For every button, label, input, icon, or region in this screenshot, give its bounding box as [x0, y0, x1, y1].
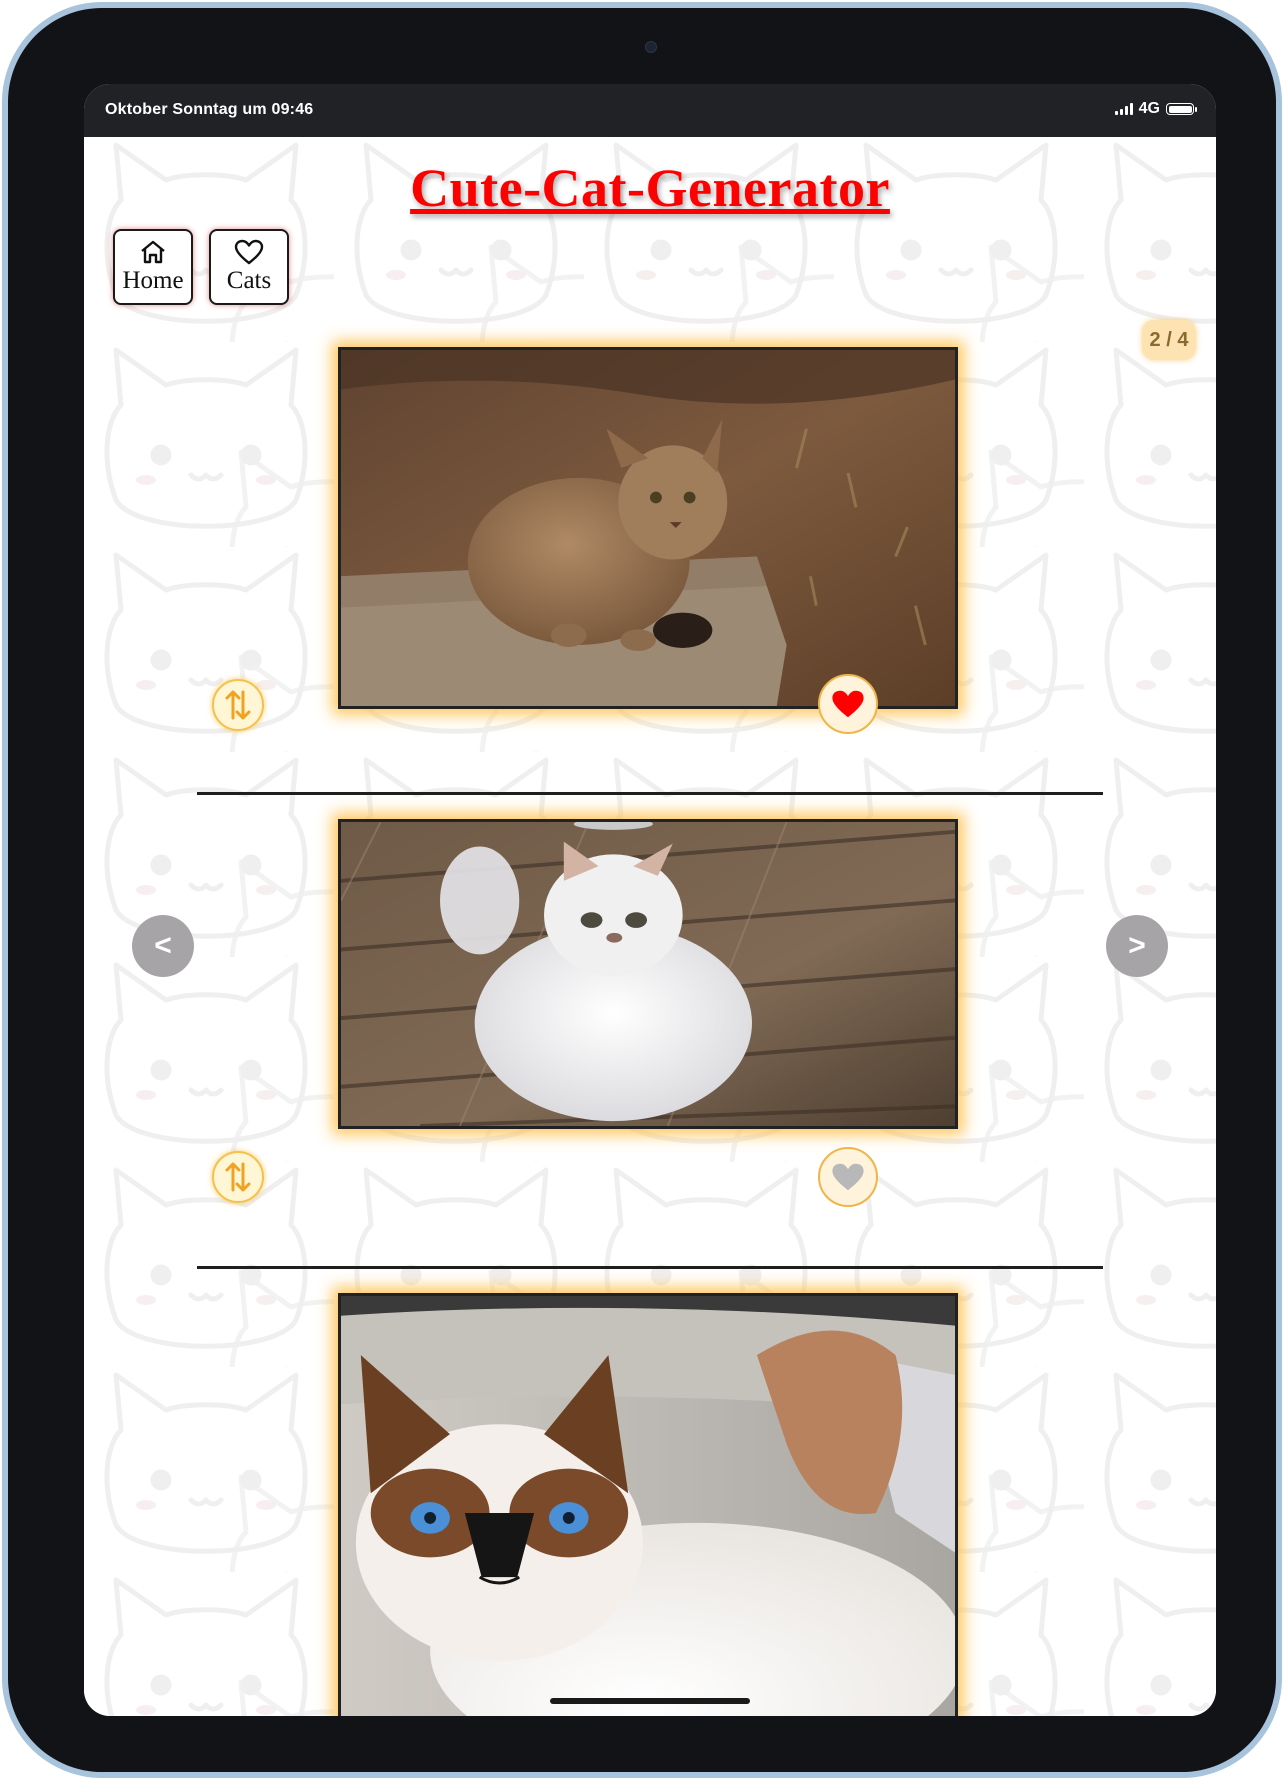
favorite-button[interactable] [818, 674, 878, 734]
heart-filled-icon [832, 690, 864, 718]
tablet-frame: Oktober Sonntag um 09:46 4G Cute-Cat-Gen… [2, 2, 1282, 1778]
tablet-bezel: Oktober Sonntag um 09:46 4G Cute-Cat-Gen… [8, 8, 1276, 1772]
page-title: Cute-Cat-Generator [410, 158, 890, 218]
swap-arrows-icon [225, 690, 251, 720]
home-indicator [550, 1698, 750, 1704]
carousel-prev-button[interactable]: < [132, 915, 194, 977]
page: Cute-Cat-Generator Home Cats 2 / 4 < > [84, 137, 1216, 1716]
home-button[interactable]: Home [113, 229, 193, 305]
cat-card [338, 819, 958, 1129]
front-camera [645, 41, 657, 53]
swap-button[interactable] [212, 1151, 264, 1203]
status-time: Oktober Sonntag um 09:46 [105, 101, 314, 118]
home-icon [141, 240, 165, 264]
signal-icon [1114, 103, 1133, 115]
cats-button[interactable]: Cats [209, 229, 289, 305]
ragdoll-cat-photo [341, 1296, 955, 1716]
swap-arrows-icon [225, 1162, 251, 1192]
persian-cat-photo [341, 822, 955, 1126]
network-type: 4G [1138, 100, 1160, 117]
screen: Oktober Sonntag um 09:46 4G Cute-Cat-Gen… [84, 84, 1216, 1716]
battery-icon [1166, 103, 1197, 115]
divider [197, 1266, 1103, 1269]
cat-card [338, 347, 958, 709]
heart-filled-icon [832, 1163, 864, 1191]
status-right: 4G [1114, 100, 1197, 118]
divider [197, 792, 1103, 795]
cat-card [338, 1293, 958, 1716]
heart-outline-icon [234, 239, 264, 265]
cats-button-label: Cats [226, 267, 272, 294]
carousel-next-button[interactable]: > [1106, 915, 1168, 977]
abyssinian-cat-photo [341, 350, 955, 706]
carousel-counter: 2 / 4 [1142, 320, 1196, 360]
status-bar: Oktober Sonntag um 09:46 4G [84, 84, 1216, 137]
home-button-label: Home [122, 267, 184, 294]
favorite-button[interactable] [818, 1147, 878, 1207]
swap-button[interactable] [212, 679, 264, 731]
